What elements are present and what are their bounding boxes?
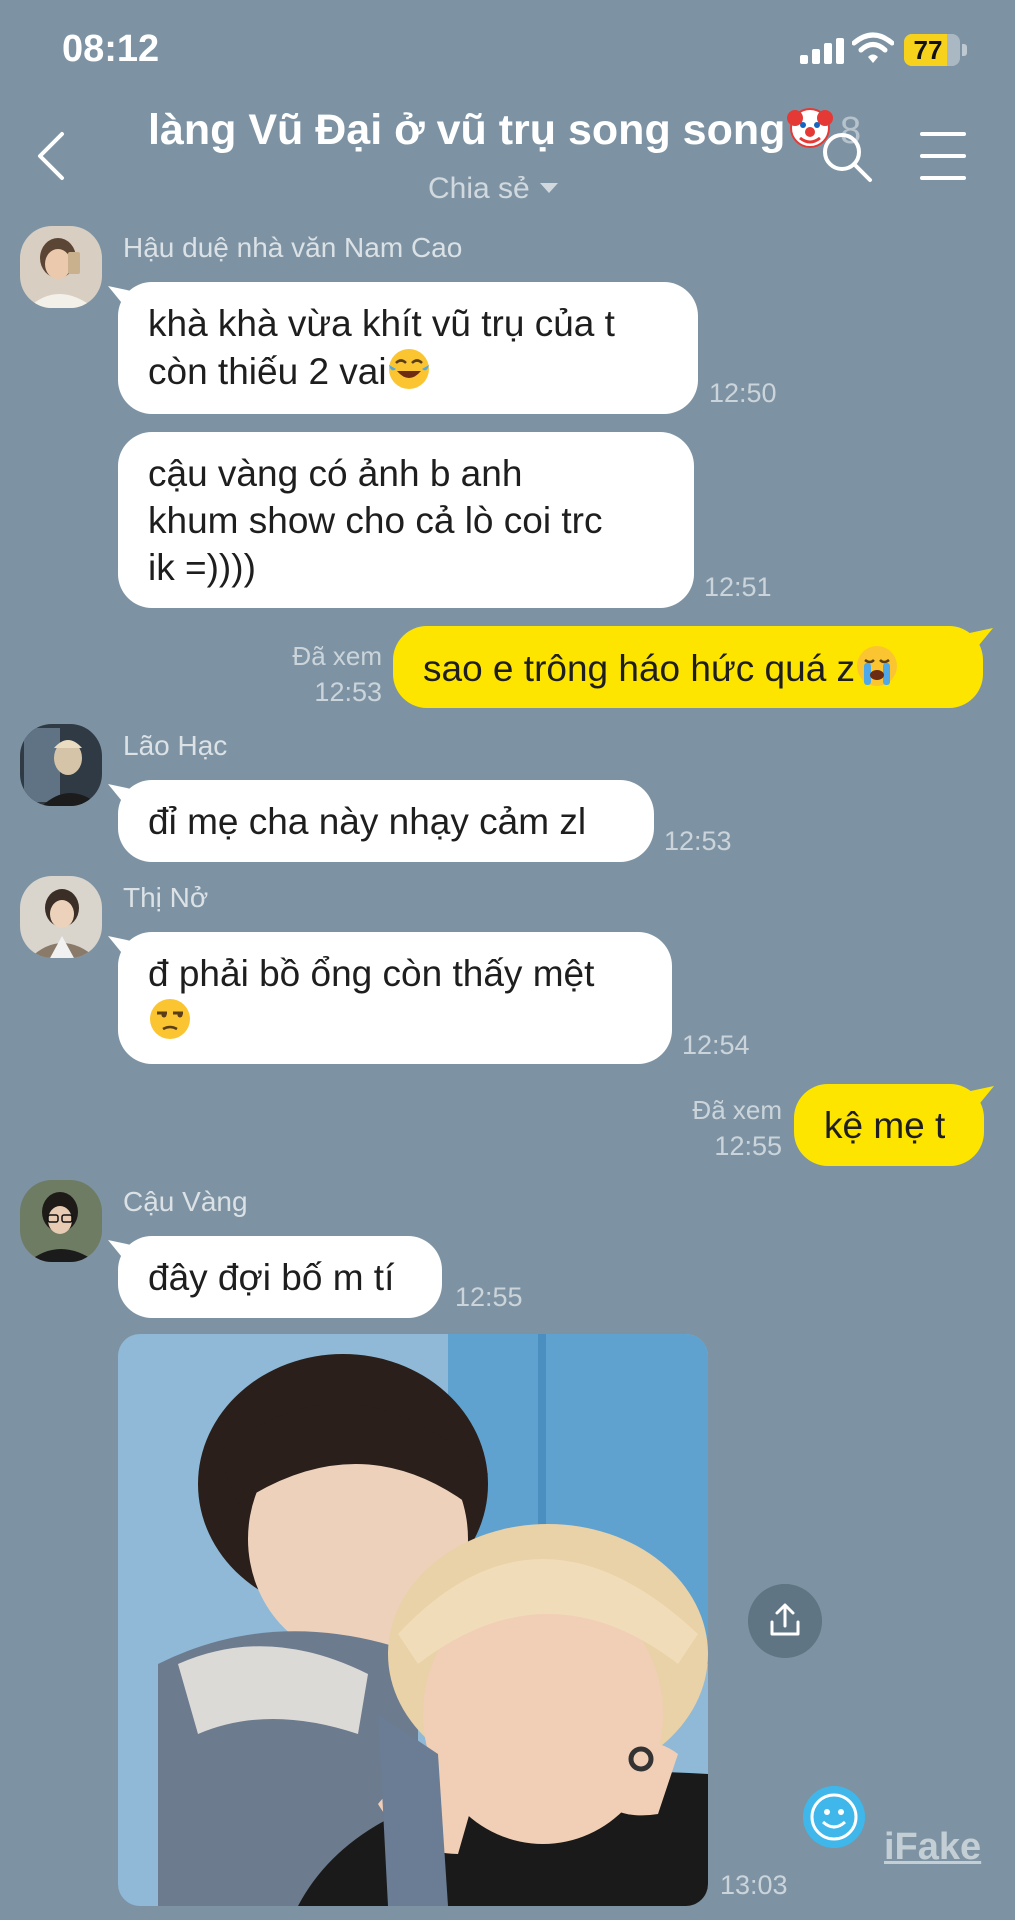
- message-text: kệ mẹ t: [824, 1105, 946, 1146]
- face-with-tears-of-joy-icon: [388, 349, 429, 389]
- my-message-bubble[interactable]: sao e trông háo hức quá z: [393, 626, 983, 708]
- my-message-bubble[interactable]: kệ mẹ t: [794, 1084, 984, 1166]
- share-dropdown-label: Chia sẻ: [428, 172, 530, 205]
- sender-name: Hậu duệ nhà văn Nam Cao: [123, 232, 463, 263]
- message-bubble[interactable]: đ phải bồ ổng còn thấy mệt: [118, 932, 672, 1064]
- avatar[interactable]: [20, 724, 102, 806]
- ifake-watermark: iFake: [884, 1826, 982, 1868]
- read-receipt: Đã xem 12:53: [270, 638, 382, 710]
- message-bubble[interactable]: đỉ mẹ cha này nhạy cảm zl: [118, 780, 654, 862]
- unamused-face-icon: [150, 999, 190, 1039]
- chat-title-text: làng Vũ Đại ở vũ trụ song song: [148, 106, 786, 154]
- message-bubble[interactable]: khà khà vừa khít vũ trụ của t còn thiếu …: [118, 282, 698, 414]
- back-button[interactable]: [30, 128, 74, 184]
- message-bubble[interactable]: đây đợi bố m tí: [118, 1236, 442, 1318]
- wifi-icon: [852, 32, 894, 63]
- read-status: Đã xem: [292, 641, 382, 671]
- ifake-logo-icon: [803, 1786, 865, 1848]
- cellular-signal-icon: [800, 38, 844, 64]
- message-time: 12:55: [455, 1282, 523, 1312]
- message-text: đây đợi bố m tí: [148, 1257, 395, 1298]
- search-icon[interactable]: [820, 130, 874, 184]
- message-time: 12:51: [704, 572, 772, 602]
- message-time: 12:50: [709, 378, 777, 408]
- message-time: 12:53: [664, 826, 732, 856]
- sender-name: Thị Nở: [123, 882, 209, 913]
- share-icon[interactable]: [748, 1584, 822, 1658]
- message-text-line: còn thiếu 2 vai: [148, 351, 387, 392]
- loudly-crying-face-icon: [857, 646, 898, 686]
- message-text-line: đ phải bồ ổng còn thấy mệt: [148, 953, 595, 994]
- message-time: 12:53: [314, 677, 382, 707]
- menu-button[interactable]: [920, 132, 966, 180]
- battery-level: 77: [913, 35, 943, 65]
- message-text-line: khà khà vừa khít vũ trụ của t: [148, 303, 615, 344]
- message-bubble[interactable]: cậu vàng có ảnh b anh khum show cho cả l…: [118, 432, 694, 608]
- message-text: đỉ mẹ cha này nhạy cảm zl: [148, 801, 587, 842]
- message-text-line: khum show cho cả lò coi trc: [148, 500, 603, 541]
- read-receipt: Đã xem 12:55: [670, 1092, 782, 1164]
- avatar[interactable]: [20, 1180, 102, 1262]
- chat-title[interactable]: làng Vũ Đại ở vũ trụ song song: [148, 104, 834, 155]
- status-time: 08:12: [62, 28, 160, 70]
- sender-name: Cậu Vàng: [123, 1186, 248, 1217]
- avatar[interactable]: [20, 876, 102, 958]
- message-text-line: cậu vàng có ảnh b anh: [148, 453, 523, 494]
- share-dropdown[interactable]: Chia sẻ: [428, 172, 558, 206]
- caret-down-icon: [539, 183, 558, 193]
- message-time: 12:55: [714, 1131, 782, 1161]
- read-status: Đã xem: [692, 1095, 782, 1125]
- shared-photo[interactable]: [118, 1334, 708, 1906]
- message-text: sao e trông háo hức quá z: [423, 648, 856, 689]
- sender-name: Lão Hạc: [123, 730, 228, 761]
- message-time: 12:54: [682, 1030, 750, 1060]
- message-time: 13:03: [720, 1870, 788, 1900]
- avatar[interactable]: [20, 226, 102, 308]
- message-text-line: ik =)))): [148, 547, 256, 588]
- battery-icon: 77: [904, 34, 967, 66]
